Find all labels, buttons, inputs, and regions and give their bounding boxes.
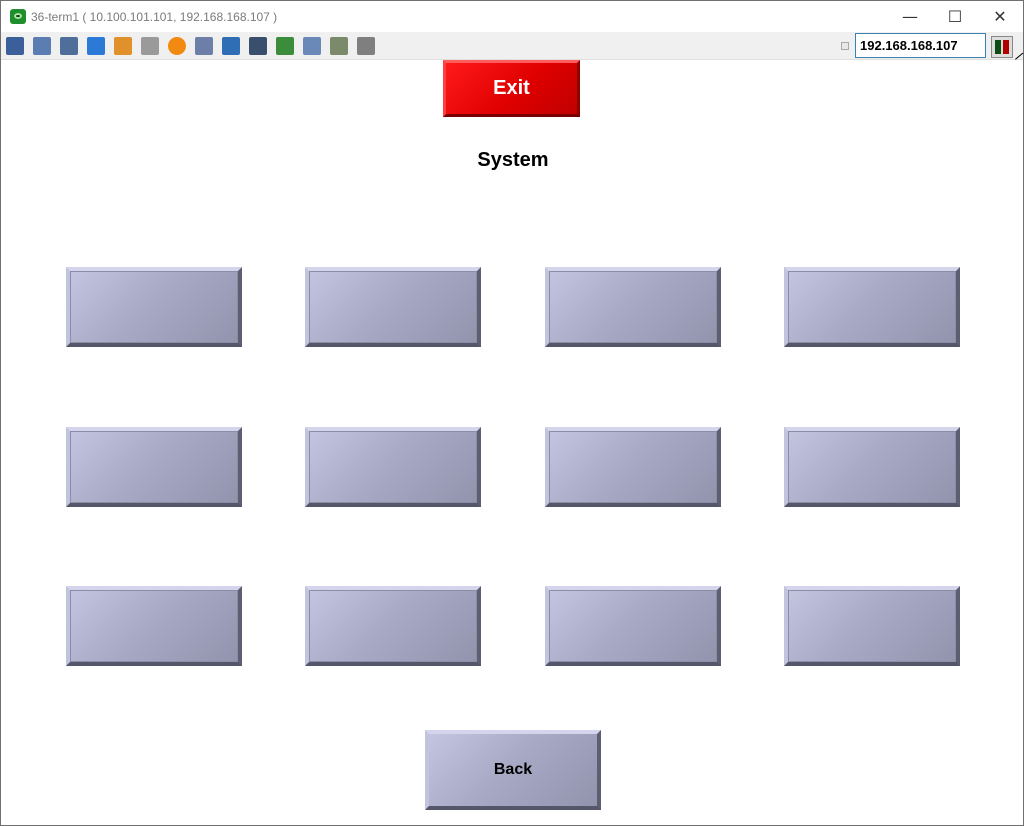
system-function-button[interactable]: [305, 586, 481, 666]
system-function-button[interactable]: [66, 427, 242, 507]
system-function-button[interactable]: [66, 586, 242, 666]
disconnect-icon[interactable]: [195, 37, 213, 55]
system-function-button[interactable]: [305, 267, 481, 347]
status-light-green: [995, 40, 1001, 54]
maximize-button[interactable]: ☐: [932, 1, 978, 32]
minimize-button[interactable]: —: [887, 1, 933, 32]
close-button[interactable]: ✕: [977, 1, 1023, 32]
notepad-icon[interactable]: [303, 37, 321, 55]
toolbar-toggle-checkbox[interactable]: [841, 42, 849, 50]
app-eye-icon: [10, 9, 26, 24]
refresh-icon[interactable]: [87, 37, 105, 55]
system-function-button[interactable]: [305, 427, 481, 507]
terminal-window: 36-term1 ( 10.100.101.101, 192.168.168.1…: [0, 0, 1024, 826]
windows-logo-icon[interactable]: [114, 37, 132, 55]
back-button[interactable]: Back: [425, 730, 601, 810]
alert-icon[interactable]: [168, 37, 186, 55]
exit-button[interactable]: Exit: [443, 60, 580, 117]
download-icon[interactable]: [276, 37, 294, 55]
system-function-button[interactable]: [784, 267, 960, 347]
ip-address-field[interactable]: 192.168.168.107: [855, 33, 986, 58]
connection-status-indicator: [991, 36, 1013, 58]
fullscreen-icon[interactable]: [222, 37, 240, 55]
keyboard-icon[interactable]: [141, 37, 159, 55]
system-function-button[interactable]: [66, 267, 242, 347]
display-icon[interactable]: [249, 37, 267, 55]
system-function-button[interactable]: [545, 427, 721, 507]
page-title: System: [477, 149, 549, 171]
monitor-graph-icon[interactable]: [6, 37, 24, 55]
screen-capture-icon[interactable]: [330, 37, 348, 55]
title-bar: 36-term1 ( 10.100.101.101, 192.168.168.1…: [1, 1, 1023, 32]
system-function-button[interactable]: [784, 586, 960, 666]
tools-icon[interactable]: [60, 37, 78, 55]
system-function-button[interactable]: [545, 586, 721, 666]
system-function-button[interactable]: [545, 267, 721, 347]
window-title: 36-term1 ( 10.100.101.101, 192.168.168.1…: [31, 10, 278, 24]
system-function-button[interactable]: [784, 427, 960, 507]
status-light-red: [1003, 40, 1009, 54]
windows-stack-icon[interactable]: [33, 37, 51, 55]
chat-icon[interactable]: [357, 37, 375, 55]
